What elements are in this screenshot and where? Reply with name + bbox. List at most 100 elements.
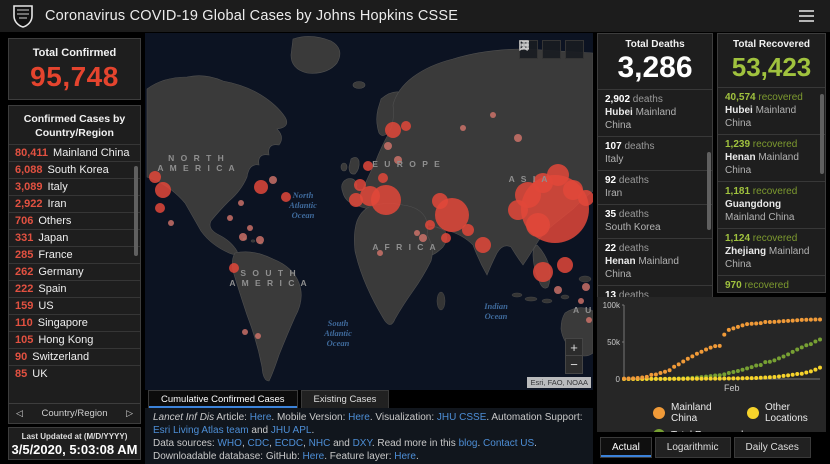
menu-icon[interactable] [795, 6, 818, 26]
case-bubble[interactable] [229, 263, 239, 273]
zoom-in-button[interactable]: + [565, 338, 583, 356]
link[interactable]: WHO [217, 438, 241, 449]
legend-item-total-recovered[interactable]: Total Recovered [653, 429, 743, 432]
case-bubble[interactable] [475, 237, 491, 253]
country-list-scrollbar[interactable] [134, 166, 138, 256]
case-bubble[interactable] [533, 262, 553, 282]
zoom-out-button[interactable]: − [565, 356, 583, 374]
country-row[interactable]: 222Spain [9, 280, 140, 297]
case-bubble[interactable] [247, 225, 253, 231]
country-row[interactable]: 262Germany [9, 263, 140, 280]
legend-item-other-locations[interactable]: Other Locations [747, 402, 826, 424]
case-bubble[interactable] [239, 233, 247, 241]
link[interactable]: Here [303, 451, 325, 462]
case-bubble[interactable] [419, 234, 427, 242]
stat-row[interactable]: 35 deathsSouth Korea [598, 204, 712, 238]
basemap-icon[interactable] [565, 40, 584, 59]
country-row[interactable]: 85UK [9, 365, 140, 382]
stat-row[interactable]: 107 deathsItaly [598, 136, 712, 170]
case-bubble[interactable] [490, 112, 496, 118]
pager-next-icon[interactable]: ▷ [126, 408, 133, 419]
case-bubble[interactable] [414, 230, 420, 236]
case-bubble[interactable] [378, 173, 388, 183]
link[interactable]: blog [459, 438, 478, 449]
case-bubble[interactable] [514, 134, 522, 142]
stat-row[interactable]: 40,574 recoveredHubei Mainland China [718, 87, 825, 134]
legend-icon[interactable] [542, 40, 561, 59]
country-row[interactable]: 2,922Iran [9, 195, 140, 212]
country-row[interactable]: 285France [9, 246, 140, 263]
stat-row[interactable]: 1,181 recoveredGuangdong Mainland China [718, 181, 825, 228]
tab-daily-cases[interactable]: Daily Cases [734, 437, 811, 458]
legend-item-mainland-china[interactable]: Mainland China [653, 402, 731, 424]
case-bubble[interactable] [432, 193, 448, 209]
case-bubble[interactable] [554, 286, 562, 294]
tab-actual[interactable]: Actual [600, 437, 652, 458]
deaths-scrollbar[interactable] [707, 152, 711, 230]
stat-row[interactable]: 1,124 recoveredZhejiang Mainland China [718, 228, 825, 275]
stat-place: Mainland China [725, 212, 795, 223]
case-bubble[interactable] [155, 182, 171, 198]
case-bubble[interactable] [384, 142, 392, 150]
link[interactable]: Contact US [483, 438, 534, 449]
country-row[interactable]: 80,411Mainland China [9, 144, 140, 161]
link[interactable]: JHU APL [271, 425, 312, 436]
country-row[interactable]: 90Switzerland [9, 348, 140, 365]
stat-row[interactable]: 22 deathsHenan Mainland China [598, 238, 712, 285]
case-bubble[interactable] [227, 215, 233, 221]
country-row[interactable]: 331Japan [9, 229, 140, 246]
country-row[interactable]: 105Hong Kong [9, 331, 140, 348]
link[interactable]: NHC [309, 438, 331, 449]
stat-row[interactable]: 92 deathsIran [598, 170, 712, 204]
tab-cumulative-confirmed-cases[interactable]: Cumulative Confirmed Cases [148, 390, 298, 408]
case-bubble[interactable] [441, 233, 451, 243]
case-bubble[interactable] [557, 257, 573, 273]
case-bubble[interactable] [460, 125, 466, 131]
stat-row[interactable]: 970 recoveredAnhui Mainland China [718, 275, 825, 293]
country-row[interactable]: 159US [9, 297, 140, 314]
country-row[interactable]: 6,088South Korea [9, 161, 140, 178]
case-bubble[interactable] [462, 224, 474, 236]
country-row[interactable]: 3,089Italy [9, 178, 140, 195]
stat-value: 1,181 [725, 186, 750, 197]
case-bubble[interactable] [238, 200, 244, 206]
world-map[interactable]: N O R T HA M E R I C AS O U T HA M E R I… [145, 33, 593, 390]
country-row[interactable]: 110Singapore [9, 314, 140, 331]
case-bubble[interactable] [242, 329, 248, 335]
case-bubble[interactable] [256, 236, 264, 244]
recovered-scrollbar[interactable] [820, 94, 824, 174]
case-bubble[interactable] [269, 176, 277, 184]
case-bubble[interactable] [547, 164, 569, 186]
case-bubble[interactable] [168, 220, 174, 226]
last-updated-label: Last Updated at (M/D/YYYY) [9, 432, 140, 441]
link[interactable]: Esri Living Atlas team [153, 425, 249, 436]
link[interactable]: Here [250, 412, 272, 423]
link[interactable]: DXY [353, 438, 372, 449]
link[interactable]: Here [348, 412, 370, 423]
case-bubble[interactable] [578, 298, 584, 304]
link[interactable]: ECDC [275, 438, 303, 449]
case-bubble[interactable] [508, 200, 528, 220]
case-bubble[interactable] [254, 180, 268, 194]
link[interactable]: CDC [248, 438, 270, 449]
case-bubble[interactable] [385, 122, 401, 138]
link[interactable]: Here [394, 451, 416, 462]
case-bubble[interactable] [354, 179, 366, 191]
case-bubble[interactable] [425, 220, 435, 230]
tab-existing-cases[interactable]: Existing Cases [301, 390, 390, 408]
country-row[interactable]: 706Others [9, 212, 140, 229]
stat-row[interactable]: 1,239 recoveredHenan Mainland China [718, 134, 825, 181]
case-bubble[interactable] [349, 193, 363, 207]
case-bubble[interactable] [586, 317, 592, 323]
case-bubble[interactable] [255, 333, 261, 339]
case-count: 222 [15, 283, 33, 295]
stat-row[interactable]: 2,902 deathsHubei Mainland China [598, 89, 712, 136]
tab-logarithmic[interactable]: Logarithmic [655, 437, 731, 458]
case-bubble[interactable] [526, 213, 550, 237]
case-bubble[interactable] [155, 203, 165, 213]
cases-timeline-chart[interactable]: 100k50k0Feb [597, 297, 826, 393]
case-bubble[interactable] [582, 283, 590, 291]
case-bubble[interactable] [401, 121, 411, 131]
link[interactable]: JHU CSSE [437, 412, 486, 423]
pager-prev-icon[interactable]: ◁ [16, 408, 23, 419]
